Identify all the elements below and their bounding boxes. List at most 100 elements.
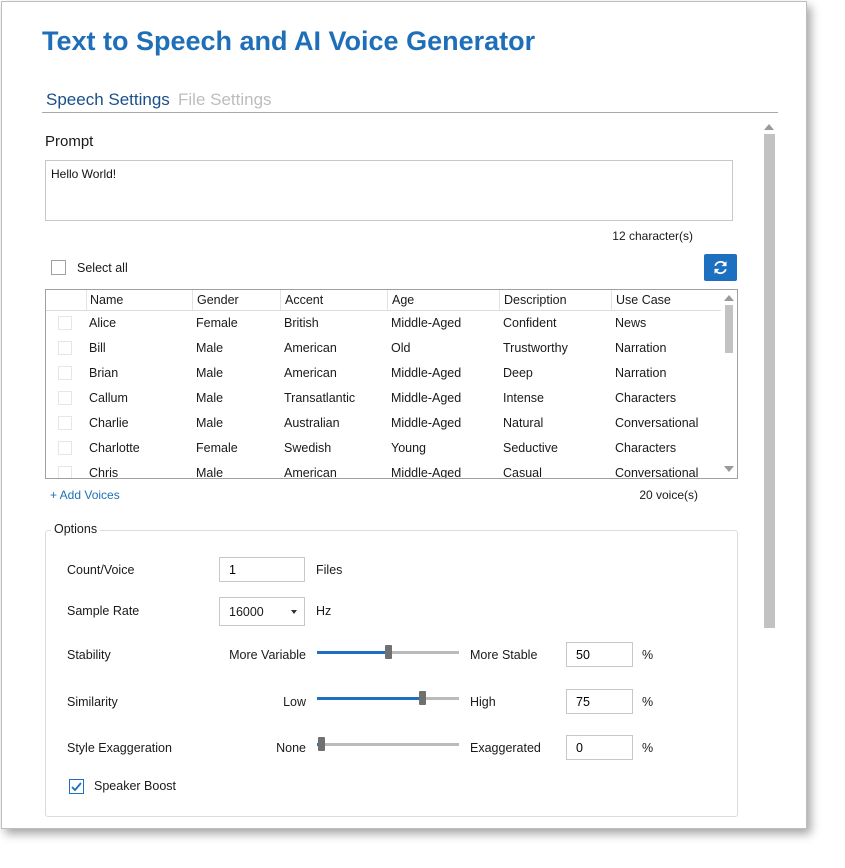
voices-table[interactable]: Name Gender Accent Age Description Use C… bbox=[45, 289, 738, 479]
cell-gender: Female bbox=[196, 316, 238, 330]
table-row[interactable]: Charlie Male Australian Middle-Aged Natu… bbox=[46, 411, 722, 436]
cell-age: Middle-Aged bbox=[391, 316, 462, 330]
options-group bbox=[45, 530, 738, 817]
table-row[interactable]: Bill Male American Old Trustworthy Narra… bbox=[46, 336, 722, 361]
cell-use-case: Conversational bbox=[615, 416, 699, 430]
column-header-age[interactable]: Age bbox=[392, 293, 414, 307]
slider-thumb[interactable] bbox=[318, 737, 325, 751]
character-count: 12 character(s) bbox=[612, 229, 693, 243]
slider-track bbox=[317, 743, 459, 746]
cell-use-case: Characters bbox=[615, 391, 677, 405]
tab-speech-settings[interactable]: Speech Settings bbox=[46, 90, 170, 110]
prompt-input[interactable]: Hello World! bbox=[45, 160, 733, 221]
column-header-use-case[interactable]: Use Case bbox=[616, 293, 671, 307]
add-voices-link[interactable]: + Add Voices bbox=[50, 488, 120, 502]
cell-name: Charlotte bbox=[89, 441, 140, 455]
scroll-up-arrow-icon[interactable] bbox=[724, 295, 734, 301]
table-header: Name Gender Accent Age Description Use C… bbox=[46, 290, 722, 311]
count-per-voice-input[interactable] bbox=[219, 557, 305, 582]
cell-description: Trustworthy bbox=[503, 341, 568, 355]
cell-name: Bill bbox=[89, 341, 106, 355]
slider-fill bbox=[317, 651, 388, 654]
slider-fill bbox=[317, 697, 422, 700]
page-scrollbar[interactable] bbox=[762, 122, 778, 632]
stability-min-label: More Variable bbox=[229, 648, 306, 662]
cell-use-case: Narration bbox=[615, 341, 667, 355]
cell-name: Charlie bbox=[89, 416, 129, 430]
tab-divider bbox=[42, 112, 778, 113]
column-separator bbox=[499, 290, 500, 310]
row-checkbox[interactable] bbox=[58, 416, 72, 430]
page-title: Text to Speech and AI Voice Generator bbox=[42, 26, 536, 56]
cell-name: Chris bbox=[89, 466, 119, 479]
cell-name: Callum bbox=[89, 391, 128, 405]
similarity-max-label: High bbox=[470, 695, 496, 709]
cell-age: Young bbox=[391, 441, 426, 455]
column-header-name[interactable]: Name bbox=[90, 293, 123, 307]
column-separator bbox=[86, 290, 87, 310]
cell-use-case: Conversational bbox=[615, 466, 699, 479]
refresh-icon bbox=[714, 260, 727, 275]
cell-accent: British bbox=[284, 316, 319, 330]
cell-gender: Male bbox=[196, 466, 224, 479]
table-scrollbar[interactable] bbox=[721, 290, 737, 478]
refresh-voices-button[interactable] bbox=[704, 254, 737, 281]
prompt-label: Prompt bbox=[45, 133, 94, 150]
cell-gender: Male bbox=[196, 416, 224, 430]
options-legend: Options bbox=[51, 522, 101, 536]
column-separator bbox=[192, 290, 193, 310]
cell-description: Natural bbox=[503, 416, 544, 430]
stability-max-label: More Stable bbox=[470, 648, 538, 662]
cell-accent: American bbox=[284, 466, 337, 479]
column-header-description[interactable]: Description bbox=[504, 293, 567, 307]
scroll-up-arrow-icon[interactable] bbox=[764, 124, 774, 130]
sample-rate-dropdown[interactable]: 16000 bbox=[219, 597, 305, 626]
cell-accent: Transatlantic bbox=[284, 391, 356, 405]
column-header-accent[interactable]: Accent bbox=[285, 293, 323, 307]
row-checkbox[interactable] bbox=[58, 366, 72, 380]
cell-gender: Male bbox=[196, 366, 224, 380]
stability-unit: % bbox=[642, 648, 654, 662]
style-exaggeration-input[interactable] bbox=[566, 735, 633, 760]
cell-description: Intense bbox=[503, 391, 545, 405]
stability-slider[interactable] bbox=[317, 645, 459, 659]
tab-file-settings[interactable]: File Settings bbox=[178, 90, 272, 110]
row-checkbox[interactable] bbox=[58, 391, 72, 405]
scroll-down-arrow-icon[interactable] bbox=[724, 466, 734, 472]
select-all-label: Select all bbox=[77, 261, 128, 275]
column-separator bbox=[387, 290, 388, 310]
similarity-input[interactable] bbox=[566, 689, 633, 714]
chevron-down-icon bbox=[291, 610, 297, 614]
table-row[interactable]: Brian Male American Middle-Aged Deep Nar… bbox=[46, 361, 722, 386]
cell-gender: Female bbox=[196, 441, 238, 455]
cell-accent: Australian bbox=[284, 416, 340, 430]
cell-age: Middle-Aged bbox=[391, 416, 462, 430]
cell-age: Middle-Aged bbox=[391, 466, 462, 479]
sample-rate-value: 16000 bbox=[229, 605, 264, 619]
row-checkbox[interactable] bbox=[58, 341, 72, 355]
cell-accent: American bbox=[284, 341, 337, 355]
table-row[interactable]: Callum Male Transatlantic Middle-Aged In… bbox=[46, 386, 722, 411]
table-row[interactable]: Charlotte Female Swedish Young Seductive… bbox=[46, 436, 722, 461]
column-separator bbox=[280, 290, 281, 310]
style-exaggeration-slider[interactable] bbox=[317, 737, 459, 751]
table-row[interactable]: Alice Female British Middle-Aged Confide… bbox=[46, 311, 722, 336]
speaker-boost-checkbox[interactable] bbox=[69, 779, 84, 794]
row-checkbox[interactable] bbox=[58, 441, 72, 455]
stability-input[interactable] bbox=[566, 642, 633, 667]
style-exaggeration-unit: % bbox=[642, 741, 654, 755]
select-all-checkbox[interactable] bbox=[51, 260, 66, 275]
slider-thumb[interactable] bbox=[418, 691, 426, 705]
scrollbar-thumb[interactable] bbox=[764, 134, 775, 628]
scrollbar-thumb[interactable] bbox=[725, 305, 733, 353]
sample-rate-label: Sample Rate bbox=[67, 604, 140, 618]
column-header-gender[interactable]: Gender bbox=[197, 293, 239, 307]
row-checkbox[interactable] bbox=[58, 316, 72, 330]
similarity-slider[interactable] bbox=[317, 691, 459, 705]
similarity-unit: % bbox=[642, 695, 654, 709]
slider-thumb[interactable] bbox=[385, 645, 392, 659]
stability-label: Stability bbox=[67, 648, 111, 662]
cell-age: Old bbox=[391, 341, 411, 355]
table-row[interactable]: Chris Male American Middle-Aged Casual C… bbox=[46, 461, 722, 479]
row-checkbox[interactable] bbox=[58, 466, 72, 478]
